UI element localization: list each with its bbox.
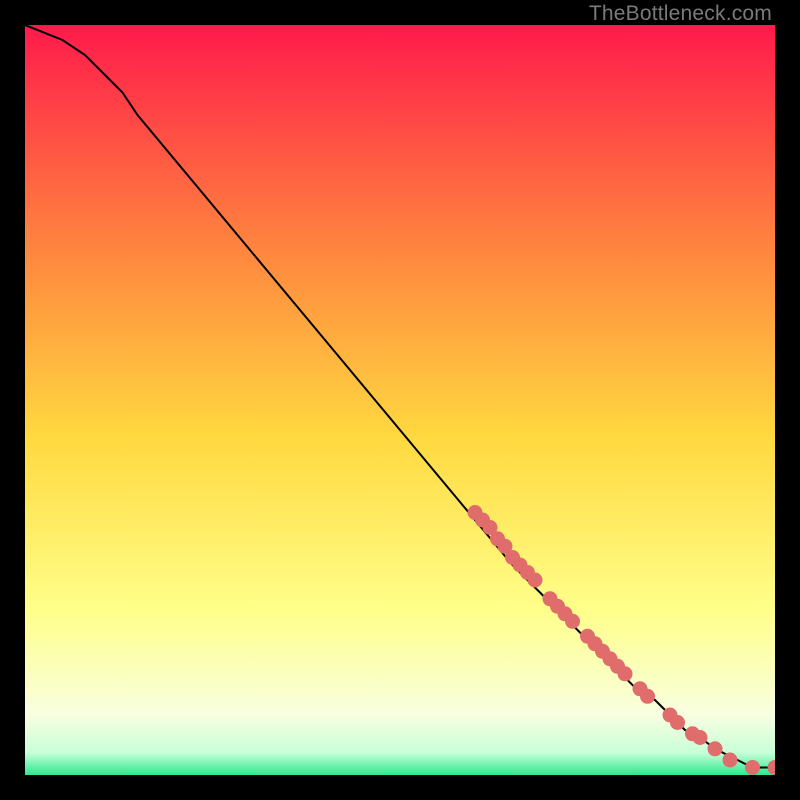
data-marker bbox=[670, 715, 685, 730]
data-marker bbox=[640, 689, 655, 704]
data-marker bbox=[528, 573, 543, 588]
data-marker bbox=[723, 753, 738, 768]
data-marker bbox=[693, 730, 708, 745]
chart-frame: TheBottleneck.com bbox=[0, 0, 800, 800]
data-marker bbox=[708, 741, 723, 756]
data-marker bbox=[745, 760, 760, 775]
gradient-background bbox=[25, 25, 775, 775]
watermark-text: TheBottleneck.com bbox=[589, 2, 772, 26]
data-marker bbox=[618, 666, 633, 681]
chart-plot bbox=[25, 25, 775, 775]
data-marker bbox=[565, 614, 580, 629]
